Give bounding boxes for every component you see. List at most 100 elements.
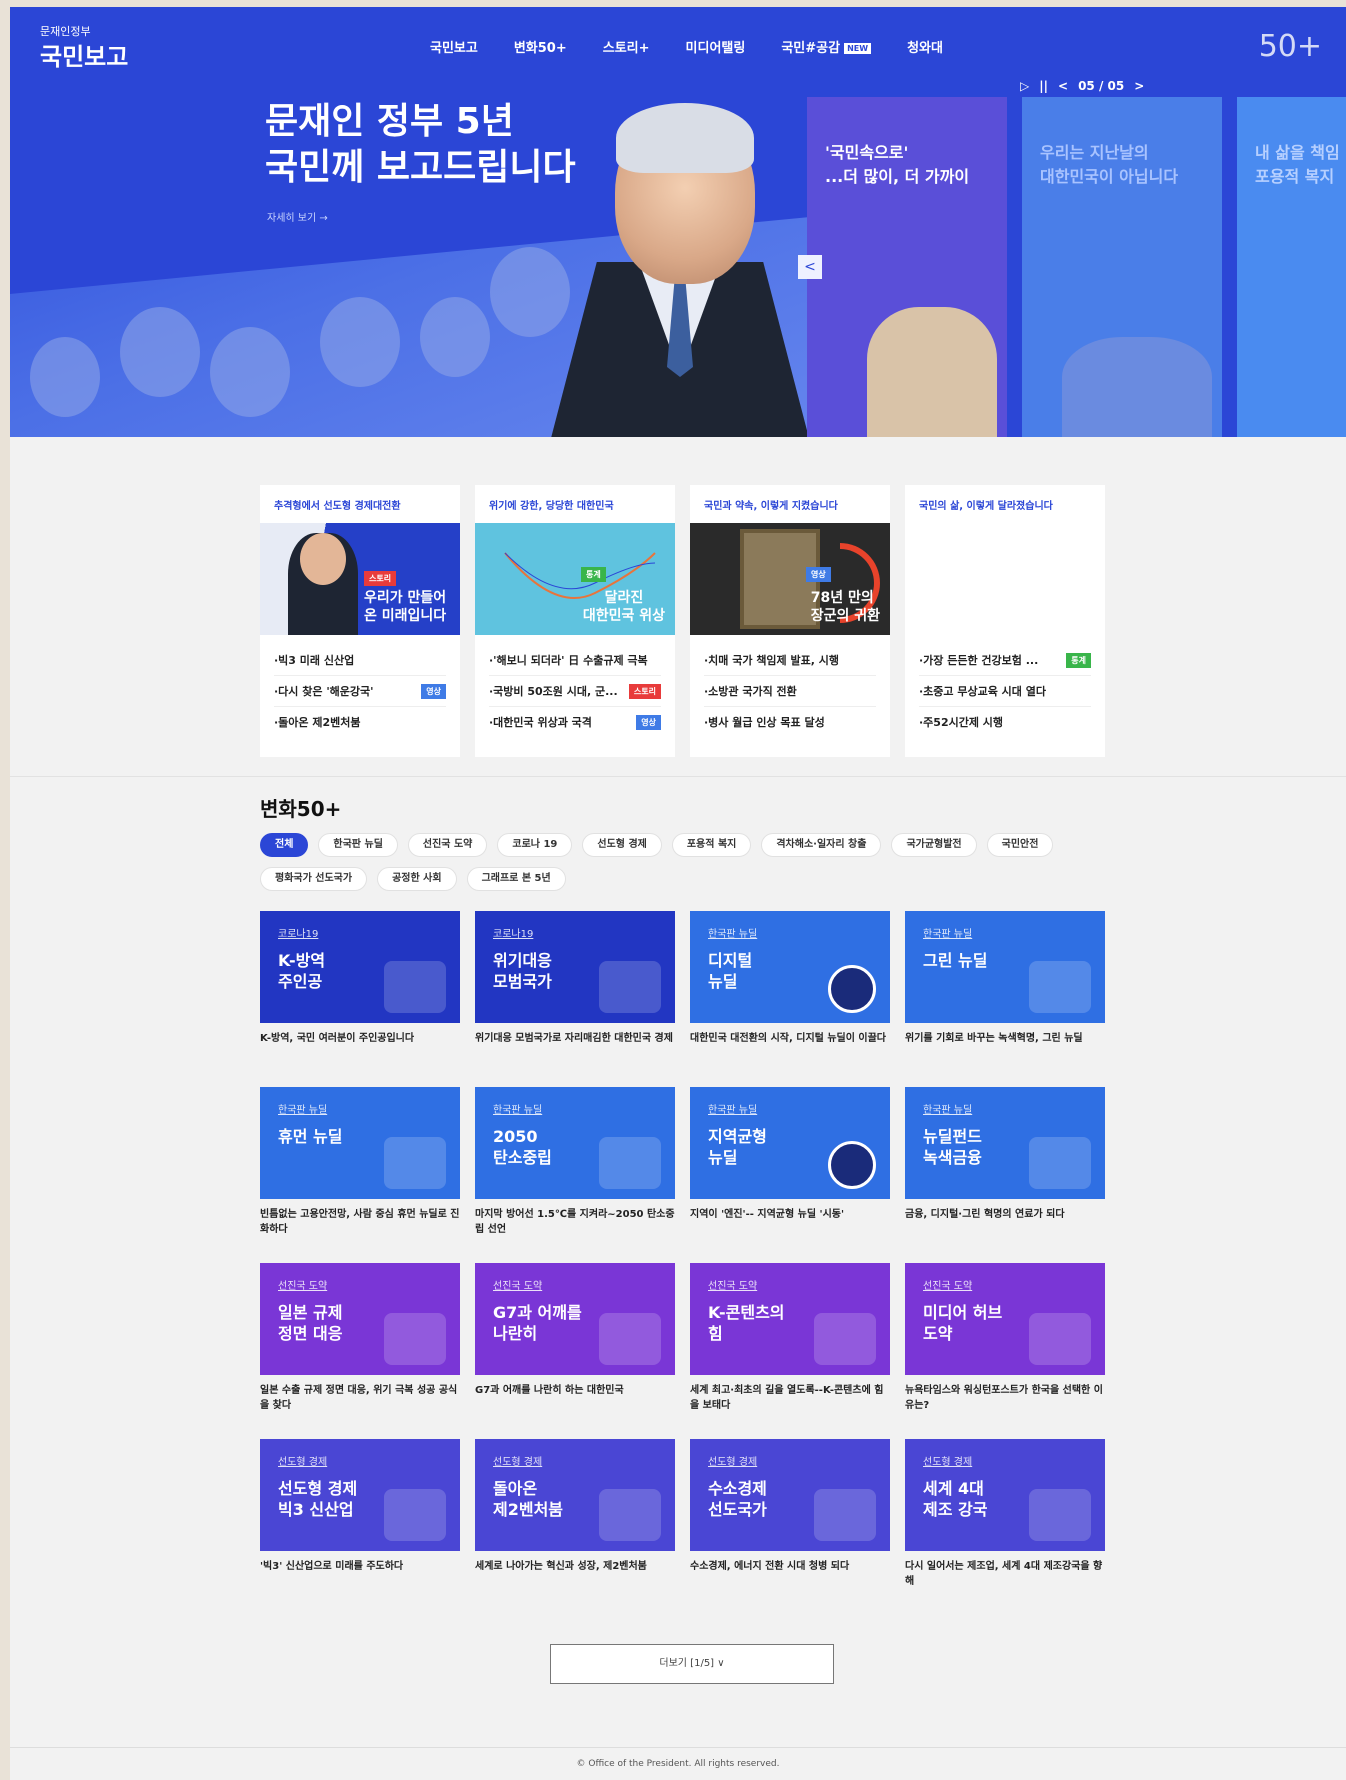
feature-card[interactable]: 국민의 삶, 이렇게 달라졌습니다 ·가장 든든한 건강보험 ... 통계 ·초중… bbox=[905, 485, 1105, 757]
tile-illustration bbox=[599, 961, 661, 1013]
filter-covid19[interactable]: 코로나 19 bbox=[497, 833, 573, 857]
filter-inclusive-welfare[interactable]: 포용적 복지 bbox=[671, 833, 752, 857]
list-item[interactable]: ·빅3 미래 신산업 bbox=[274, 645, 446, 676]
change-tile[interactable]: 선진국 도약 G7과 어깨를 나란히 G7과 어깨를 나란히 하는 대한민국 bbox=[475, 1263, 675, 1433]
crowd-photo bbox=[30, 337, 100, 417]
tile-illustration bbox=[1029, 1313, 1091, 1365]
filter-fair-society[interactable]: 공정한 사회 bbox=[377, 867, 457, 891]
tile-illustration bbox=[814, 1489, 876, 1541]
stats-badge: 통계 bbox=[581, 567, 606, 582]
list-item[interactable]: ·대한민국 위상과 국격 영상 bbox=[489, 707, 661, 737]
tile-illustration bbox=[384, 1137, 446, 1189]
filter-five-years-graph[interactable]: 그래프로 본 5년 bbox=[466, 867, 566, 891]
tile-description: 일본 수출 규제 정면 대응, 위기 극복 성공 공식을 찾다 bbox=[260, 1385, 458, 1411]
list-item-text: ·대한민국 위상과 국격 bbox=[489, 716, 592, 729]
play-icon[interactable]: ▷ bbox=[1020, 79, 1029, 93]
feature-card-image: 스토리 우리가 만들어 온 미래입니다 bbox=[260, 523, 460, 635]
feature-card[interactable]: 국민과 약속, 이렇게 지켰습니다 영상 78년 만의 장군의 귀환 ·치매 국… bbox=[690, 485, 890, 757]
list-item[interactable]: ·초중고 무상교육 시대 열다 bbox=[919, 676, 1091, 707]
tile-category: 코로나19 bbox=[493, 929, 534, 940]
hero-slide-card[interactable]: '국민속으로' ...더 많이, 더 가까이 bbox=[807, 97, 1007, 437]
feature-card-image-text: 우리가 만들어 온 미래입니다 bbox=[364, 590, 447, 624]
change-tile[interactable]: 한국판 뉴딜 디지털 뉴딜 대한민국 대전환의 시작, 디지털 뉴딜이 이끌다 bbox=[690, 911, 890, 1081]
list-item[interactable]: ·국방비 50조원 시대, 군... 스토리 bbox=[489, 676, 661, 707]
section-title: 변화50+ bbox=[260, 797, 342, 821]
tile-description: 수소경제, 에너지 전환 시대 청병 되다 bbox=[690, 1561, 850, 1572]
change-tile[interactable]: 선도형 경제 선도형 경제 빅3 신산업 '빅3' 신산업으로 미래를 주도하다 bbox=[260, 1439, 460, 1609]
change-tile[interactable]: 선진국 도약 일본 규제 정면 대응일본 수출 규제 정면 대응, 위기 극복 성… bbox=[260, 1263, 460, 1433]
chevron-left-icon[interactable]: < bbox=[1058, 79, 1068, 93]
tile-category: 선도형 경제 bbox=[278, 1457, 328, 1468]
list-item[interactable]: ·주52시간제 시행 bbox=[919, 707, 1091, 737]
load-more-button[interactable]: 더보기 [1/5] ∨ bbox=[550, 1644, 834, 1684]
list-item-text: ·치매 국가 책임제 발표, 시행 bbox=[704, 654, 839, 667]
change-tile[interactable]: 코로나19 K-방역 주인공 K-방역, 국민 여러분이 주인공입니다 bbox=[260, 911, 460, 1081]
change-tile[interactable]: 한국판 뉴딜 그린 뉴딜 위기를 기회로 바꾸는 녹색혁명, 그린 뉴딜 bbox=[905, 911, 1105, 1081]
list-item[interactable]: ·가장 든든한 건강보험 ... 통계 bbox=[919, 645, 1091, 676]
change-tile[interactable]: 선도형 경제 수소경제 선도국가 수소경제, 에너지 전환 시대 청병 되다 bbox=[690, 1439, 890, 1609]
filter-public-safety[interactable]: 국민안전 bbox=[986, 833, 1054, 857]
list-item[interactable]: ·다시 찾은 '해운강국' 영상 bbox=[274, 676, 446, 707]
change-tile[interactable]: 한국판 뉴딜 뉴딜펀드 녹색금융 금융, 디지털·그린 혁명의 연료가 되다 bbox=[905, 1087, 1105, 1257]
video-badge: 영상 bbox=[806, 567, 831, 582]
filter-leading-economy[interactable]: 선도형 경제 bbox=[582, 833, 662, 857]
change-tile[interactable]: 선진국 도약 미디어 허브 도약 뉴욕타임스와 워싱턴포스트가 한국을 선택한 이유… bbox=[905, 1263, 1105, 1433]
feature-section: 추격형에서 선도형 경제대전환 스토리 우리가 만들어 온 미래입니다 ·빅3 … bbox=[10, 437, 1346, 777]
change-tile[interactable]: 한국판 뉴딜 2050 탄소중립 마지막 방어선 1.5℃를 지켜라~2050 탄소… bbox=[475, 1087, 675, 1257]
tile-description: 뉴욕타임스와 워싱턴포스트가 한국을 선택한 이유는? bbox=[905, 1385, 1103, 1411]
nav-item-media[interactable]: 미디어탤링 bbox=[686, 37, 746, 56]
list-item[interactable]: ·병사 월급 인상 목표 달성 bbox=[704, 707, 876, 737]
feature-card-list: ·빅3 미래 신산업 ·다시 찾은 '해운강국' 영상 ·돌아온 제2벤처붐 bbox=[260, 635, 460, 747]
filter-peace-nation[interactable]: 평화국가 선도국가 bbox=[260, 867, 368, 891]
crowd-photo bbox=[210, 327, 290, 417]
list-item-text: ·다시 찾은 '해운강국' bbox=[274, 685, 374, 698]
list-item[interactable]: ·소방관 국가직 전환 bbox=[704, 676, 876, 707]
tile-image: 선도형 경제 선도형 경제 빅3 신산업 bbox=[260, 1439, 460, 1551]
feature-card[interactable]: 위기에 강한, 당당한 대한민국 통계 달라진 대한민국 위상 ·'해보니 되더… bbox=[475, 485, 675, 757]
change-tile[interactable]: 한국판 뉴딜 휴먼 뉴딜 빈틈없는 고용안전망, 사람 중심 휴먼 뉴딜로 진화하다 bbox=[260, 1087, 460, 1257]
tile-image: 선진국 도약 일본 규제 정면 대응 bbox=[260, 1263, 460, 1375]
hero-slide-card[interactable]: 내 삶을 책임 포용적 복지 bbox=[1237, 97, 1346, 437]
tile-description: 금융, 디지털·그린 혁명의 연료가 되다 bbox=[905, 1209, 1065, 1220]
filter-advanced-nation[interactable]: 선진국 도약 bbox=[407, 833, 488, 857]
hero-title-line1: 문재인 정부 5년 bbox=[265, 101, 514, 142]
change-tile[interactable]: 선도형 경제 세계 4대 제조 강국 다시 일어서는 제조업, 세계 4대 제조강국… bbox=[905, 1439, 1105, 1609]
nav-item-story[interactable]: 스토리+ bbox=[603, 37, 650, 56]
change-tile[interactable]: 선진국 도약 K-콘텐츠의 힘 세계 최고·최초의 길을 열도록--K-콘텐츠에 힘… bbox=[690, 1263, 890, 1433]
feature-card[interactable]: 추격형에서 선도형 경제대전환 스토리 우리가 만들어 온 미래입니다 ·빅3 … bbox=[260, 485, 460, 757]
feature-card-image: 통계 달라진 대한민국 위상 bbox=[475, 523, 675, 635]
feature-card-image bbox=[905, 523, 1105, 635]
filter-korean-new-deal[interactable]: 한국판 뉴딜 bbox=[318, 833, 398, 857]
nav-item-change50[interactable]: 변화50+ bbox=[514, 37, 567, 56]
filter-balanced-development[interactable]: 국가균형발전 bbox=[891, 833, 977, 857]
list-item[interactable]: ·치매 국가 책임제 발표, 시행 bbox=[704, 645, 876, 676]
site-logo[interactable]: 국민보고 bbox=[40, 37, 128, 72]
list-item[interactable]: ·'해보니 되더라' 日 수출규제 극복 bbox=[489, 645, 661, 676]
tile-illustration bbox=[384, 1313, 446, 1365]
change-tile[interactable]: 한국판 뉴딜 지역균형 뉴딜 지역이 '엔진'-- 지역균형 뉴딜 '시동' bbox=[690, 1087, 890, 1257]
tile-description: 마지막 방어선 1.5℃를 지켜라~2050 탄소중립 선언 bbox=[475, 1209, 675, 1235]
list-item-text: ·빅3 미래 신산업 bbox=[274, 654, 355, 667]
nav-item-bluehouse[interactable]: 청와대 bbox=[907, 37, 943, 56]
tile-description: 대한민국 대전환의 시작, 디지털 뉴딜이 이끌다 bbox=[690, 1033, 887, 1044]
list-item-text: ·주52시간제 시행 bbox=[919, 716, 1004, 729]
filter-all[interactable]: 전체 bbox=[260, 833, 309, 857]
nav-item-empathy[interactable]: 국민#공감 NEW bbox=[781, 37, 872, 56]
list-item[interactable]: ·돌아온 제2벤처붐 bbox=[274, 707, 446, 737]
hero-prev-arrow[interactable]: < bbox=[798, 255, 822, 279]
change-tile[interactable]: 선도형 경제 돌아온 제2벤처붐 세계로 나아가는 혁신과 성장, 제2벤처붐 bbox=[475, 1439, 675, 1609]
feature-card-image: 영상 78년 만의 장군의 귀환 bbox=[690, 523, 890, 635]
video-badge: 영상 bbox=[636, 714, 661, 730]
feature-card-list: ·치매 국가 책임제 발표, 시행 ·소방관 국가직 전환 ·병사 월급 인상 … bbox=[690, 635, 890, 747]
pause-icon[interactable]: || bbox=[1039, 79, 1048, 93]
change-tile[interactable]: 코로나19 위기대응 모범국가 위기대응 모범국가로 자리매김한 대한민국 경제 bbox=[475, 911, 675, 1081]
president-portrait-hair bbox=[616, 103, 754, 173]
chevron-right-icon[interactable]: > bbox=[1134, 79, 1144, 93]
filter-jobs[interactable]: 격차해소·일자리 창출 bbox=[761, 833, 882, 857]
tile-image: 선진국 도약 G7과 어깨를 나란히 bbox=[475, 1263, 675, 1375]
hero-slide-card[interactable]: 우리는 지난날의 대한민국이 아닙니다 bbox=[1022, 97, 1222, 437]
hero-title-line2: 국민께 보고드립니다 bbox=[265, 147, 576, 188]
anniversary-logo: 50+ bbox=[1258, 29, 1322, 64]
nav-item-report[interactable]: 국민보고 bbox=[430, 37, 478, 56]
hero-more-link[interactable]: 자세히 보기 → bbox=[267, 209, 328, 224]
